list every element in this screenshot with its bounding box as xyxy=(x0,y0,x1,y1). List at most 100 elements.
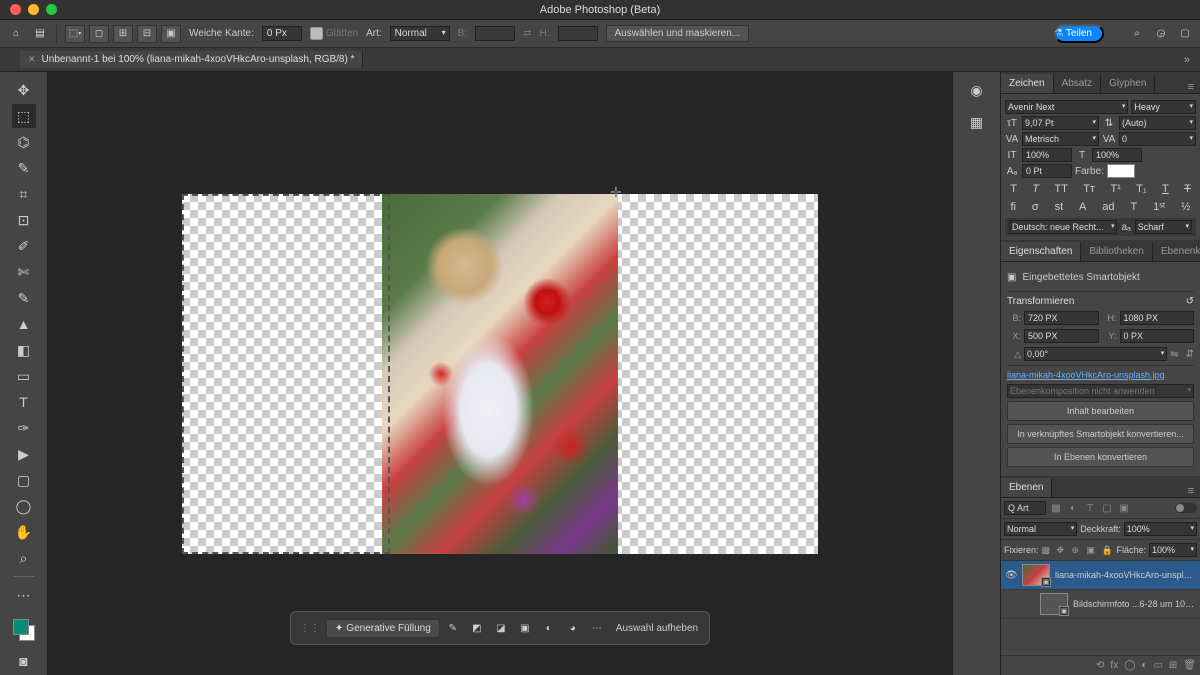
brush-selection-icon[interactable]: ✎ xyxy=(442,617,464,639)
tab-character[interactable]: Zeichen xyxy=(1001,74,1054,93)
blend-mode-select[interactable]: Normal xyxy=(1004,522,1077,536)
lock-nested-icon[interactable]: ▣ xyxy=(1087,545,1099,556)
strike-icon[interactable]: T xyxy=(1184,183,1191,195)
convert-layers-button[interactable]: In Ebenen konvertieren xyxy=(1007,447,1194,467)
width-value[interactable]: 720 PX xyxy=(1024,311,1099,325)
ligatures-icon[interactable]: fi xyxy=(1010,201,1016,213)
filter-smart-icon[interactable]: ▣ xyxy=(1117,501,1131,515)
ordinals-icon[interactable]: 1ˢᵗ xyxy=(1153,201,1165,213)
adjustment-icon[interactable]: ◐ xyxy=(1141,660,1147,671)
edit-toolbar-icon[interactable]: ⋯ xyxy=(12,583,36,607)
vscale-input[interactable] xyxy=(1022,148,1072,162)
selection-subtract-icon[interactable]: ⊟ xyxy=(137,25,157,43)
titling-icon[interactable]: T xyxy=(1130,201,1137,213)
panel-menu-icon[interactable]: ≡ xyxy=(1182,81,1200,93)
subscript-icon[interactable]: T₁ xyxy=(1136,183,1146,195)
mask-icon[interactable]: ◐ xyxy=(538,617,560,639)
soft-edge-input[interactable] xyxy=(262,26,302,41)
lock-pixels-icon[interactable]: ▩ xyxy=(1042,545,1054,556)
discretionary-icon[interactable]: st xyxy=(1055,201,1064,213)
delete-layer-icon[interactable]: 🗑 xyxy=(1183,660,1196,671)
quick-mask-icon[interactable]: ◙ xyxy=(12,649,36,673)
convert-linked-button[interactable]: In verknüpftes Smartobjekt konvertieren.… xyxy=(1007,424,1194,444)
selection-intersect-icon[interactable]: ▣ xyxy=(161,25,181,43)
beaker-icon[interactable]: ⚗ xyxy=(1052,27,1066,41)
close-tab-icon[interactable]: ✕ xyxy=(28,54,36,65)
frame-tool[interactable]: ⊡ xyxy=(12,208,36,232)
maximize-window-icon[interactable] xyxy=(46,4,57,15)
x-value[interactable]: 500 PX xyxy=(1024,329,1099,343)
gradient-tool[interactable]: ▭ xyxy=(12,364,36,388)
angle-input[interactable]: 0,00° xyxy=(1024,347,1167,361)
swash-icon[interactable]: A xyxy=(1079,201,1086,213)
deselect-button[interactable]: Auswahl aufheben xyxy=(610,623,704,634)
select-mask-button[interactable]: Auswählen und maskieren... xyxy=(606,25,750,42)
contextual-icon[interactable]: σ xyxy=(1032,201,1039,213)
tab-libraries[interactable]: Bibliotheken xyxy=(1081,242,1152,261)
tab-properties[interactable]: Eigenschaften xyxy=(1001,242,1081,261)
tab-layercomps[interactable]: Ebenenkomp xyxy=(1153,242,1200,261)
underline-icon[interactable]: T xyxy=(1162,183,1169,195)
new-layer-icon[interactable]: ⊞ xyxy=(1169,660,1177,671)
lasso-tool[interactable]: ⌬ xyxy=(12,130,36,154)
color-panel-icon[interactable]: ◉ xyxy=(965,78,989,102)
search-icon[interactable]: ⌕ xyxy=(1130,27,1144,41)
selection-new-icon[interactable]: ◻ xyxy=(89,25,109,43)
filter-toggle[interactable] xyxy=(1175,503,1197,513)
selection-add-icon[interactable]: ⊞ xyxy=(113,25,133,43)
panel-menu-icon[interactable]: ≡ xyxy=(1182,485,1200,497)
layer-name[interactable]: liana-mikah-4xooVHkcAro-unsplash xyxy=(1055,570,1196,580)
tracking-input[interactable]: 0 xyxy=(1119,132,1196,146)
eraser-tool[interactable]: ◧ xyxy=(12,338,36,362)
quick-select-tool[interactable]: ✎ xyxy=(12,156,36,180)
font-family-select[interactable]: Avenir Next xyxy=(1005,100,1128,114)
minimize-window-icon[interactable] xyxy=(28,4,39,15)
tab-glyphs[interactable]: Glyphen xyxy=(1101,74,1155,93)
y-value[interactable]: 0 PX xyxy=(1120,329,1195,343)
layer-row[interactable]: 👁 ▣ liana-mikah-4xooVHkcAro-unsplash xyxy=(1001,561,1200,590)
close-window-icon[interactable] xyxy=(10,4,21,15)
hand-tool[interactable]: ✋ xyxy=(12,520,36,544)
tab-paragraph[interactable]: Absatz xyxy=(1054,74,1102,93)
document-canvas[interactable]: ✛ xyxy=(182,194,818,554)
group-icon[interactable]: ▭ xyxy=(1153,660,1162,671)
smallcaps-icon[interactable]: Tᴛ xyxy=(1083,183,1095,195)
more-icon[interactable]: ⋯ xyxy=(586,617,608,639)
stamp-tool[interactable]: ▲ xyxy=(12,312,36,336)
flip-h-icon[interactable]: ⇋ xyxy=(1170,349,1178,360)
kerning-select[interactable]: Metrisch xyxy=(1022,132,1099,146)
leading-input[interactable]: (Auto) xyxy=(1119,116,1196,130)
filter-pixel-icon[interactable]: ▩ xyxy=(1049,501,1063,515)
baseline-input[interactable] xyxy=(1022,164,1072,178)
language-select[interactable]: Deutsch: neue Recht... xyxy=(1009,220,1117,234)
notification-icon[interactable]: ◶ xyxy=(1154,27,1168,41)
aa-select[interactable]: Scharf xyxy=(1135,220,1192,234)
marquee-tool[interactable]: ⬚ xyxy=(12,104,36,128)
foreground-color-swatch[interactable] xyxy=(13,619,29,635)
fractions-icon[interactable]: ½ xyxy=(1181,201,1190,213)
layer-thumbnail[interactable]: ▣ xyxy=(1040,593,1068,615)
smooth-checkbox[interactable] xyxy=(310,27,323,40)
lock-position-icon[interactable]: ✥ xyxy=(1057,545,1069,556)
flip-v-icon[interactable]: ⇵ xyxy=(1186,349,1194,360)
document-tab[interactable]: ✕ Unbenannt-1 bei 100% (liana-mikah-4xoo… xyxy=(20,51,363,68)
mask-icon[interactable]: ◯ xyxy=(1124,660,1135,671)
move-tool[interactable]: ✥ xyxy=(12,78,36,102)
fill-input[interactable]: 100% xyxy=(1149,543,1197,557)
tab-layers[interactable]: Ebenen xyxy=(1001,478,1052,497)
lock-all-icon[interactable]: 🔒 xyxy=(1102,545,1114,556)
swatches-panel-icon[interactable]: ▦ xyxy=(965,110,989,134)
transform-selection-icon[interactable]: ▣ xyxy=(514,617,536,639)
filter-type-icon[interactable]: T xyxy=(1083,501,1097,515)
brush-tool[interactable]: ✎ xyxy=(12,286,36,310)
fill-icon[interactable]: ◕ xyxy=(562,617,584,639)
fx-icon[interactable]: fx xyxy=(1110,660,1118,671)
visibility-toggle-icon[interactable]: 👁 xyxy=(1005,570,1017,581)
healing-tool[interactable]: ✄ xyxy=(12,260,36,284)
eyedropper-tool[interactable]: ✐ xyxy=(12,234,36,258)
height-value[interactable]: 1080 PX xyxy=(1120,311,1195,325)
reset-transform-icon[interactable]: ↺ xyxy=(1186,296,1194,307)
layer-row[interactable]: ▣ Bildschirmfoto ...6-28 um 10.27.10 xyxy=(1001,590,1200,619)
font-size-input[interactable]: 9,07 Pt xyxy=(1022,116,1099,130)
style-select[interactable]: Normal xyxy=(390,26,450,41)
